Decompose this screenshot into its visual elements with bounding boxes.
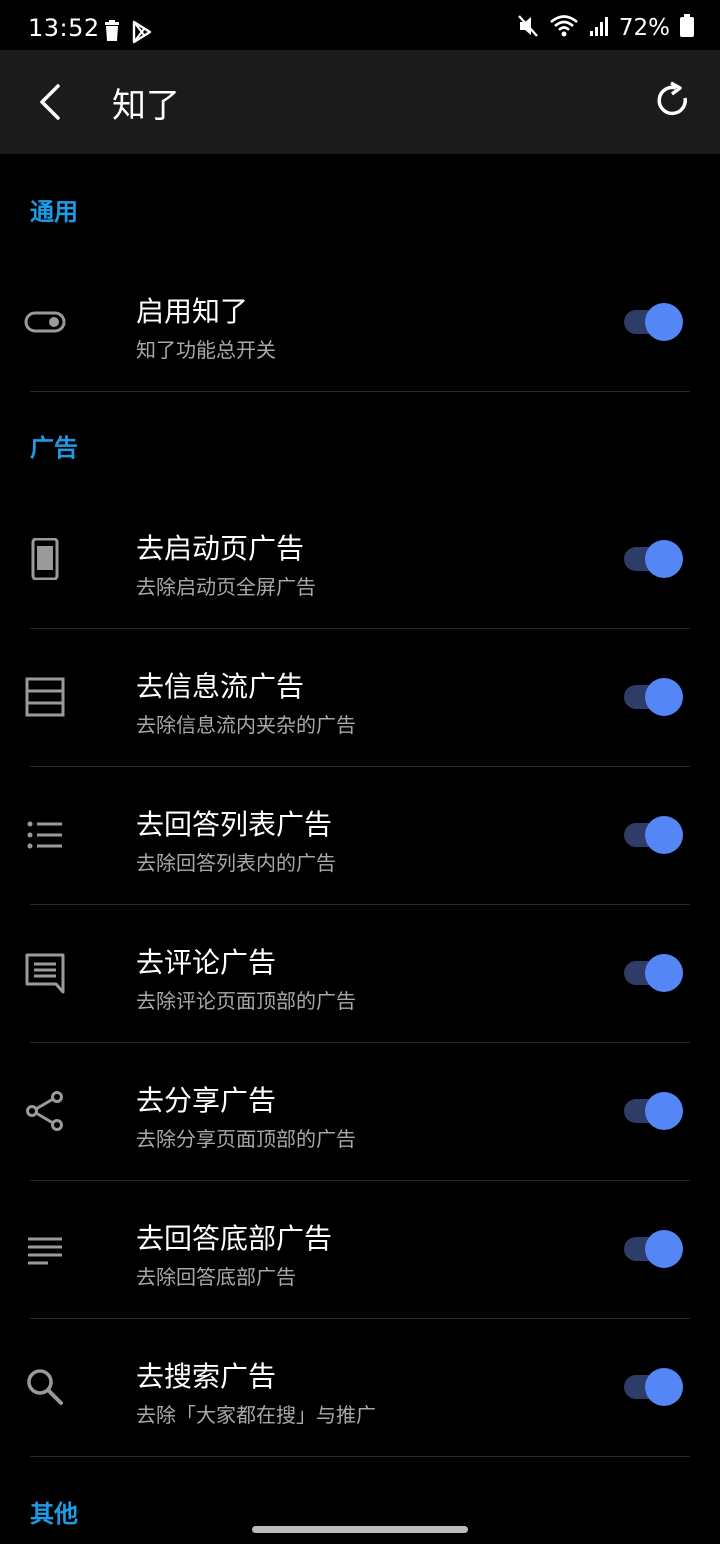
settings-item-title: 去回答列表广告 (136, 808, 333, 841)
settings-item-answer-bottom-ad[interactable]: 去回答底部广告 去除回答底部广告 (0, 1181, 720, 1319)
settings-item-subtitle: 去除评论页面顶部的广告 (136, 989, 356, 1013)
page-title: 知了 (112, 86, 180, 126)
status-time: 13:52 (28, 14, 100, 42)
settings-item-subtitle: 知了功能总开关 (136, 338, 276, 362)
trash-icon (104, 20, 120, 48)
divider (30, 391, 690, 392)
toggle-icon (24, 301, 66, 343)
settings-item-title: 去搜索广告 (136, 1360, 277, 1393)
answer-bottom-ad-switch[interactable] (624, 1229, 684, 1269)
share-icon (24, 1090, 66, 1132)
settings-item-subtitle: 去除回答列表内的广告 (136, 851, 336, 875)
play-store-icon (130, 20, 154, 48)
settings-item-subtitle: 去除启动页全屏广告 (136, 575, 316, 599)
splash-ad-switch[interactable] (624, 539, 684, 579)
wifi-icon (549, 14, 579, 42)
enable-switch[interactable] (624, 302, 684, 342)
refresh-icon (652, 81, 694, 126)
list-icon (24, 814, 66, 856)
settings-item-title: 去回答底部广告 (136, 1222, 333, 1255)
settings-item-share-ad[interactable]: 去分享广告 去除分享页面顶部的广告 (0, 1043, 720, 1181)
settings-item-subtitle: 去除「大家都在搜」与推广 (136, 1403, 376, 1427)
comment-ad-switch[interactable] (624, 953, 684, 993)
comment-icon (24, 952, 66, 994)
feed-icon (24, 676, 66, 718)
settings-item-search-ad[interactable]: 去搜索广告 去除「大家都在搜」与推广 (0, 1319, 720, 1457)
refresh-button[interactable] (652, 80, 694, 122)
settings-item-answer-list-ad[interactable]: 去回答列表广告 去除回答列表内的广告 (0, 767, 720, 905)
settings-item-subtitle: 去除回答底部广告 (136, 1265, 296, 1289)
battery-icon (680, 14, 694, 42)
search-icon (24, 1366, 66, 1408)
section-header-ads: 广告 (30, 434, 78, 462)
app-toolbar: 知了 (0, 50, 720, 154)
section-header-other: 其他 (30, 1500, 78, 1528)
search-ad-switch[interactable] (624, 1367, 684, 1407)
settings-item-title: 去启动页广告 (136, 532, 305, 565)
section-header-general: 通用 (30, 198, 78, 226)
settings-item-title: 去信息流广告 (136, 670, 305, 703)
settings-item-title: 启用知了 (136, 295, 249, 328)
settings-item-comment-ad[interactable]: 去评论广告 去除评论页面顶部的广告 (0, 905, 720, 1043)
settings-item-feed-ad[interactable]: 去信息流广告 去除信息流内夹杂的广告 (0, 629, 720, 767)
home-indicator[interactable] (252, 1526, 468, 1533)
settings-item-splash-ad[interactable]: 去启动页广告 去除启动页全屏广告 (0, 491, 720, 629)
share-ad-switch[interactable] (624, 1091, 684, 1131)
answer-list-ad-switch[interactable] (624, 815, 684, 855)
phone-icon (24, 537, 66, 581)
back-button[interactable] (30, 78, 74, 126)
back-arrow-icon (30, 84, 74, 130)
battery-percent: 72% (618, 15, 670, 41)
settings-item-subtitle: 去除信息流内夹杂的广告 (136, 713, 356, 737)
feed-ad-switch[interactable] (624, 677, 684, 717)
settings-item-title: 去分享广告 (136, 1084, 277, 1117)
subject-icon (24, 1228, 66, 1270)
signal-icon (589, 15, 609, 41)
settings-item-subtitle: 去除分享页面顶部的广告 (136, 1127, 356, 1151)
mute-icon (517, 14, 539, 42)
settings-item-enable[interactable]: 启用知了 知了功能总开关 (0, 254, 720, 392)
settings-item-title: 去评论广告 (136, 946, 277, 979)
divider (30, 1456, 690, 1457)
status-bar: 13:52 72% (0, 0, 720, 50)
